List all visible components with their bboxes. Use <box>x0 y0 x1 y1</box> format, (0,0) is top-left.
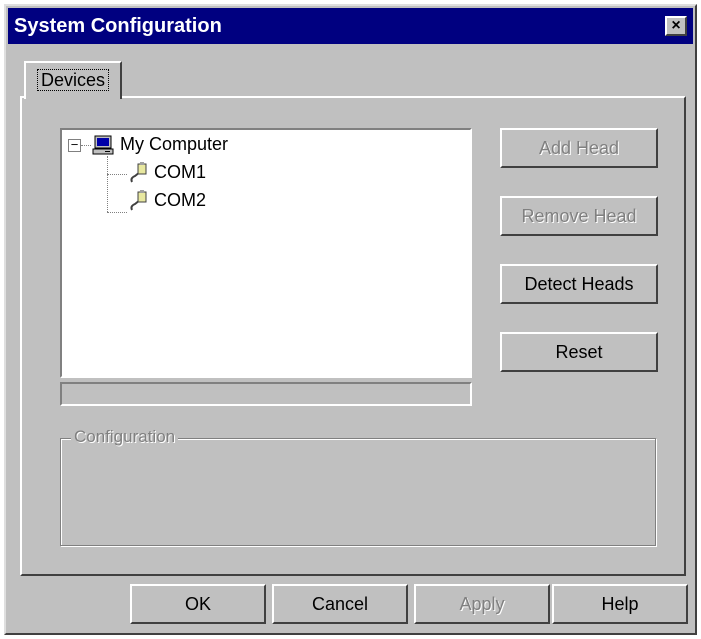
computer-icon <box>92 135 114 155</box>
tree-connector <box>107 212 127 213</box>
device-tree[interactable]: − My Computer COM1 COM2 <box>60 128 472 378</box>
title-bar: System Configuration × <box>8 8 693 44</box>
configuration-label: Configuration <box>71 427 179 447</box>
apply-button[interactable]: Apply <box>414 584 550 624</box>
add-head-button[interactable]: Add Head <box>500 128 658 168</box>
serial-port-icon <box>130 190 147 211</box>
tree-item-label: COM2 <box>154 190 207 210</box>
close-icon: × <box>671 17 681 34</box>
tree-item-label: COM1 <box>154 162 207 182</box>
tree-item-com1[interactable]: COM1 <box>62 160 362 184</box>
configuration-groupbox: Configuration <box>60 427 656 546</box>
cancel-button[interactable]: Cancel <box>272 584 408 624</box>
tree-item-com2[interactable]: COM2 <box>62 188 362 212</box>
tree-item-my-computer[interactable]: My Computer <box>62 132 362 156</box>
tree-status-strip <box>60 382 472 406</box>
tree-item-label: My Computer <box>120 134 229 154</box>
remove-head-button[interactable]: Remove Head <box>500 196 658 236</box>
detect-heads-button[interactable]: Detect Heads <box>500 264 658 304</box>
tab-devices-label: Devices <box>36 69 110 91</box>
ok-button[interactable]: OK <box>130 584 266 624</box>
serial-port-icon <box>130 162 147 183</box>
window-title: System Configuration <box>14 15 222 37</box>
devices-tab-panel: − My Computer COM1 COM2 Add Head Remove … <box>20 96 686 576</box>
reset-button[interactable]: Reset <box>500 332 658 372</box>
tab-devices[interactable]: Devices <box>24 61 122 99</box>
close-button[interactable]: × <box>665 16 687 36</box>
system-configuration-dialog: System Configuration × Devices − My Comp <box>4 4 697 635</box>
help-button[interactable]: Help <box>552 584 688 624</box>
